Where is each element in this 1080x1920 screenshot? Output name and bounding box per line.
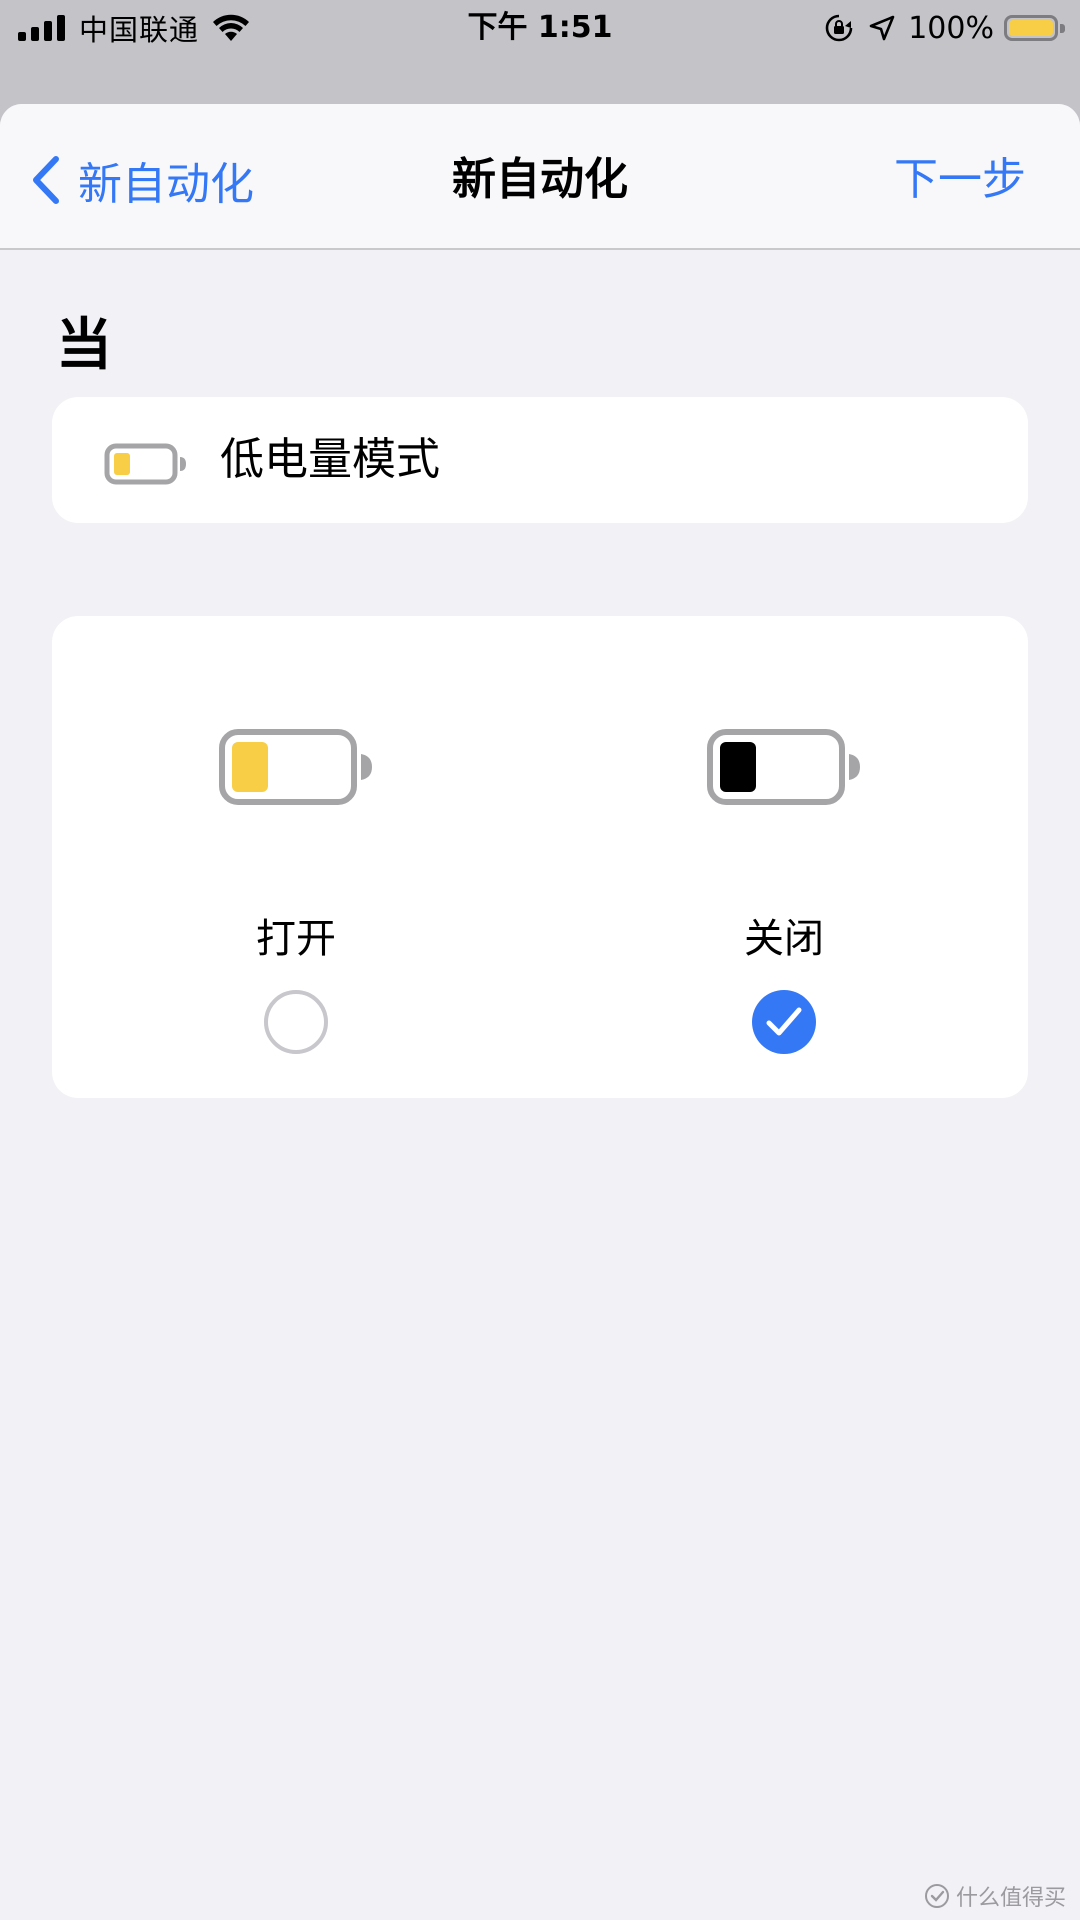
option-on[interactable]: 打开 xyxy=(52,616,540,1098)
status-bar: 中国联通 下午 1:51 100% xyxy=(0,0,1080,56)
option-off-label: 关闭 xyxy=(744,916,824,962)
smzdm-logo-icon xyxy=(924,1884,949,1908)
trigger-label: 低电量模式 xyxy=(220,434,440,485)
option-off[interactable]: 关闭 xyxy=(540,616,1028,1098)
navigation-bar: 新自动化 新自动化 下一步 xyxy=(0,104,1080,250)
automation-sheet: 新自动化 新自动化 下一步 当 低电量模式 打开 关闭 什么值得买 xyxy=(0,104,1080,1920)
section-title: 当 xyxy=(56,313,112,378)
battery-percent: 100% xyxy=(908,10,994,46)
option-off-radio[interactable] xyxy=(752,990,816,1054)
battery-tip xyxy=(1060,24,1065,33)
status-right: 100% xyxy=(824,8,1066,48)
battery-low-power-icon xyxy=(219,729,372,805)
low-battery-icon xyxy=(104,443,186,485)
battery-fill xyxy=(1009,20,1053,36)
trigger-card[interactable]: 低电量模式 xyxy=(52,397,1028,523)
orientation-lock-icon xyxy=(825,14,853,42)
battery-normal-icon xyxy=(707,729,860,805)
option-on-label: 打开 xyxy=(256,916,336,962)
back-label: 新自动化 xyxy=(78,159,254,210)
watermark: 什么值得买 xyxy=(924,1880,1066,1912)
chevron-left-icon xyxy=(33,156,59,204)
checkmark-icon xyxy=(766,1007,802,1036)
back-button[interactable]: 新自动化 xyxy=(28,150,254,210)
location-arrow-icon xyxy=(869,15,895,41)
next-button[interactable]: 下一步 xyxy=(894,150,1026,210)
watermark-text: 什么值得买 xyxy=(955,1886,1066,1911)
status-battery-icon xyxy=(1004,15,1065,41)
option-on-radio[interactable] xyxy=(264,990,328,1054)
options-card: 打开 关闭 xyxy=(52,616,1028,1098)
